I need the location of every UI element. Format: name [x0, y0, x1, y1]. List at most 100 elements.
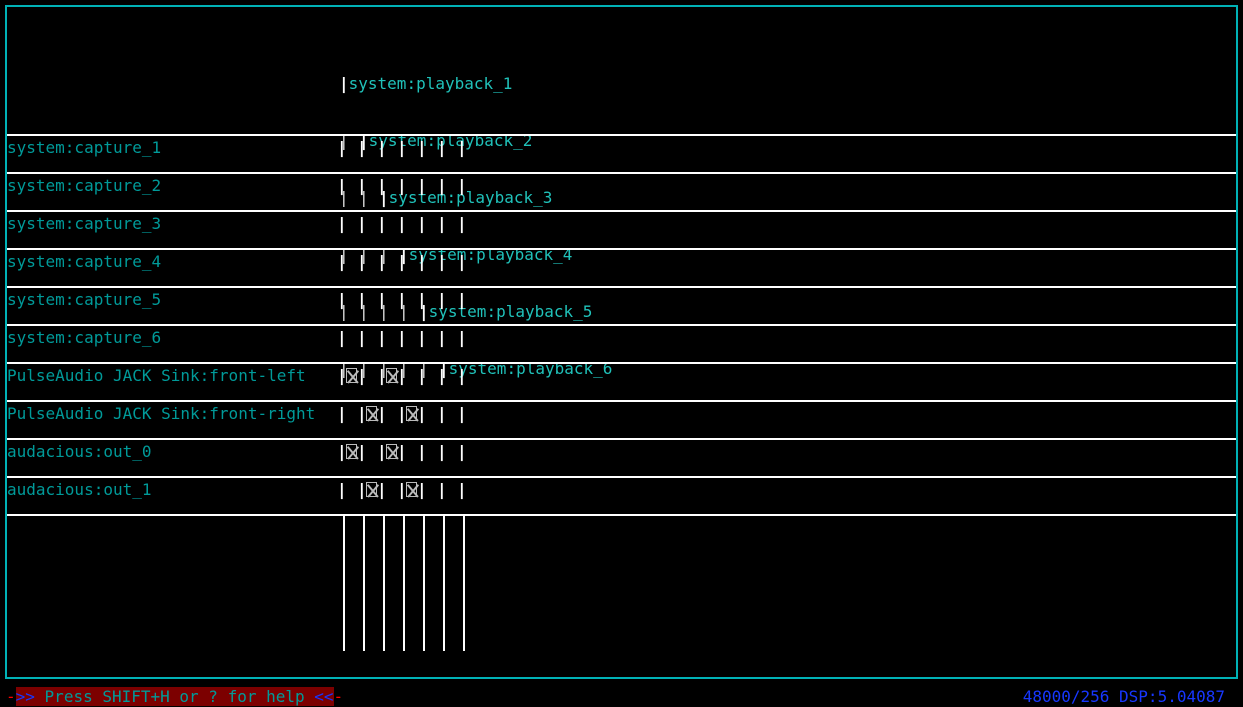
grid-edge	[457, 480, 477, 499]
connection-grid	[337, 478, 477, 497]
connection-off[interactable]	[377, 290, 397, 309]
connection-off[interactable]	[357, 214, 377, 233]
connection-off[interactable]	[437, 366, 457, 385]
connection-off[interactable]	[377, 138, 397, 157]
connection-off[interactable]	[337, 328, 357, 347]
connection-off[interactable]	[357, 290, 377, 309]
connection-off[interactable]	[377, 176, 397, 195]
patchbay-body: system:capture_1system:capture_2 system:c…	[7, 134, 1236, 651]
port-row[interactable]: system:capture_5	[7, 288, 1236, 324]
grid-edge	[457, 138, 477, 157]
connection-off[interactable]	[337, 480, 357, 499]
connection-off[interactable]	[337, 290, 357, 309]
connection-off[interactable]	[357, 176, 377, 195]
connection-grid	[337, 136, 477, 155]
connection-off[interactable]	[357, 138, 377, 157]
connection-off[interactable]	[377, 328, 397, 347]
grid-edge	[457, 366, 477, 385]
connection-off[interactable]	[437, 176, 457, 195]
port-row[interactable]: PulseAudio JACK Sink:front-right	[7, 402, 1236, 438]
connection-off[interactable]	[337, 252, 357, 271]
port-row[interactable]: system:capture_2	[7, 174, 1236, 210]
connection-off[interactable]	[397, 442, 417, 461]
connection-off[interactable]	[397, 328, 417, 347]
connection-off[interactable]	[417, 404, 437, 423]
port-name: audacious:out_1	[7, 478, 337, 499]
connection-off[interactable]	[397, 176, 417, 195]
port-row[interactable]: PulseAudio JACK Sink:front-left	[7, 364, 1236, 400]
port-name: PulseAudio JACK Sink:front-left	[7, 364, 337, 385]
connection-on[interactable]	[337, 442, 357, 461]
connection-off[interactable]	[357, 366, 377, 385]
connection-on[interactable]	[377, 442, 397, 461]
row-separator	[7, 400, 1236, 402]
row-separator	[7, 438, 1236, 440]
connection-off[interactable]	[437, 480, 457, 499]
connection-off[interactable]	[417, 328, 437, 347]
port-row[interactable]: system:capture_1	[7, 136, 1236, 172]
connection-off[interactable]	[357, 252, 377, 271]
connection-on[interactable]	[377, 366, 397, 385]
connection-off[interactable]	[377, 404, 397, 423]
connection-grid	[337, 402, 477, 421]
grid-edge	[457, 442, 477, 461]
connection-off[interactable]	[437, 138, 457, 157]
connection-off[interactable]	[357, 328, 377, 347]
row-separator	[7, 210, 1236, 212]
connection-off[interactable]	[437, 328, 457, 347]
connection-on[interactable]	[397, 404, 417, 423]
connection-off[interactable]	[437, 442, 457, 461]
connection-off[interactable]	[437, 214, 457, 233]
connection-off[interactable]	[417, 214, 437, 233]
port-name: system:capture_2	[7, 174, 337, 195]
connection-grid	[337, 250, 477, 269]
connection-off[interactable]	[397, 214, 417, 233]
connection-off[interactable]	[417, 366, 437, 385]
port-row[interactable]: system:capture_4	[7, 250, 1236, 286]
connection-on[interactable]	[357, 480, 377, 499]
connection-off[interactable]	[377, 252, 397, 271]
port-row[interactable]: system:capture_3	[7, 212, 1236, 248]
col-label: system:playback_1	[349, 74, 513, 93]
port-row[interactable]: system:capture_6	[7, 326, 1236, 362]
connection-off[interactable]	[377, 480, 397, 499]
connection-off[interactable]	[437, 290, 457, 309]
grid-edge	[457, 214, 477, 233]
connection-off[interactable]	[417, 252, 437, 271]
connection-off[interactable]	[417, 442, 437, 461]
port-name: system:capture_5	[7, 288, 337, 309]
connection-on[interactable]	[357, 404, 377, 423]
grid-edge	[457, 290, 477, 309]
port-name: system:capture_6	[7, 326, 337, 347]
connection-on[interactable]	[397, 480, 417, 499]
connection-off[interactable]	[337, 214, 357, 233]
connection-grid	[337, 364, 477, 383]
connection-off[interactable]	[397, 366, 417, 385]
dsp-status: 48000/256 DSP:5.04087	[1023, 686, 1225, 707]
connection-off[interactable]	[417, 480, 437, 499]
connection-off[interactable]	[417, 176, 437, 195]
connection-off[interactable]	[397, 252, 417, 271]
connection-off[interactable]	[337, 138, 357, 157]
connection-off[interactable]	[437, 252, 457, 271]
help-hint: - >> Press SHIFT+H or ? for help << -	[6, 687, 343, 706]
port-row[interactable]: audacious:out_0	[7, 440, 1236, 476]
connection-off[interactable]	[337, 404, 357, 423]
connection-off[interactable]	[337, 176, 357, 195]
connection-off[interactable]	[377, 214, 397, 233]
connection-off[interactable]	[417, 290, 437, 309]
port-name: audacious:out_0	[7, 440, 337, 461]
row-separator	[7, 476, 1236, 478]
connection-off[interactable]	[437, 404, 457, 423]
connection-off[interactable]	[417, 138, 437, 157]
connection-off[interactable]	[397, 138, 417, 157]
row-separator	[7, 362, 1236, 364]
connection-off[interactable]	[357, 442, 377, 461]
connection-off[interactable]	[397, 290, 417, 309]
connection-on[interactable]	[337, 366, 357, 385]
row-separator	[7, 134, 1236, 136]
port-name: PulseAudio JACK Sink:front-right	[7, 402, 337, 423]
main-frame: system:playback_1 |system:playback_2 ||s…	[5, 5, 1238, 679]
port-row[interactable]: audacious:out_1	[7, 478, 1236, 514]
port-name: system:capture_3	[7, 212, 337, 233]
